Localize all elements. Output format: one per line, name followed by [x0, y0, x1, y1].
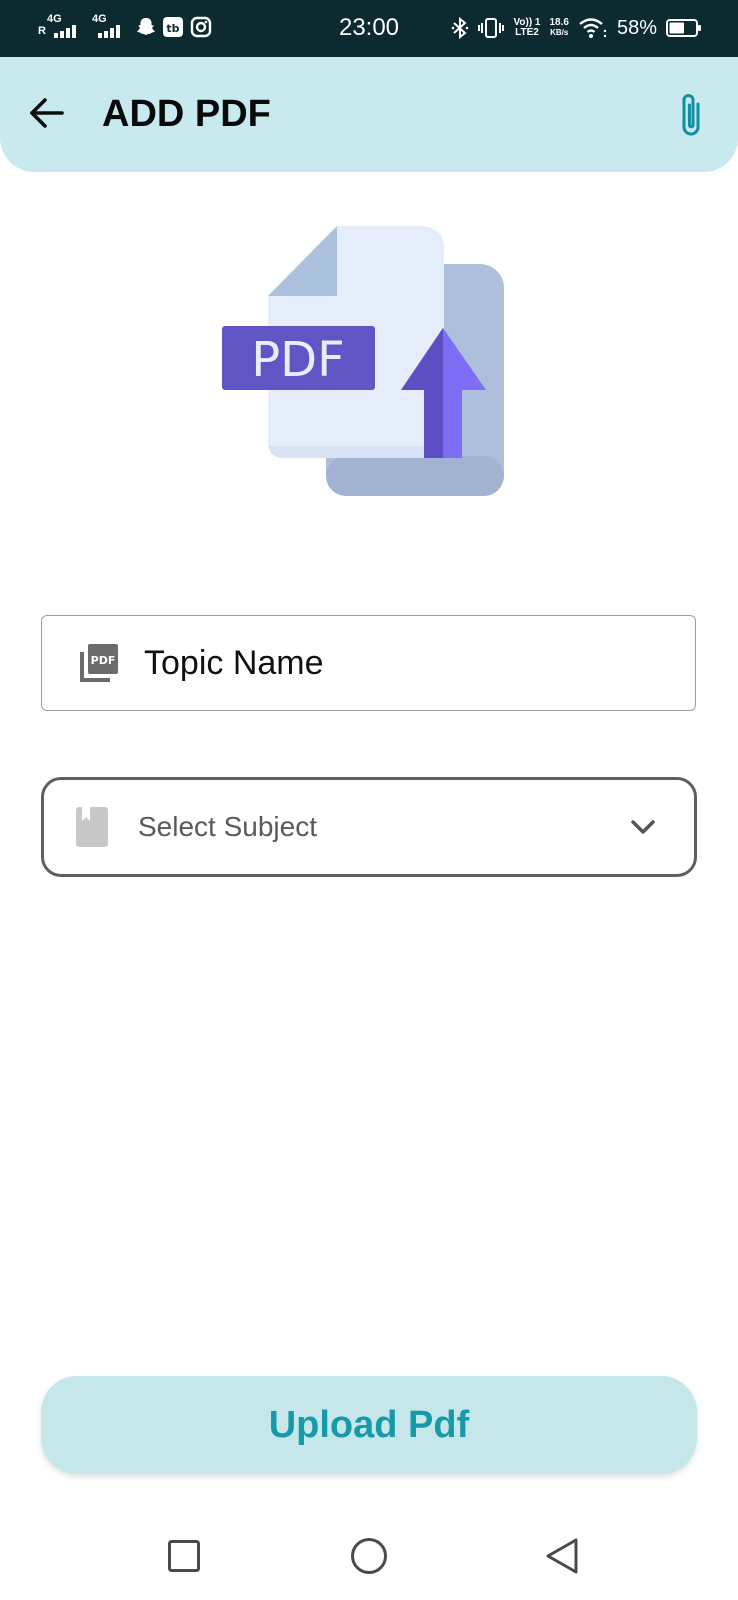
- volte-bottom: LTE2: [515, 27, 539, 38]
- pdf-badge-text: PDF: [251, 332, 345, 388]
- home-button[interactable]: [345, 1532, 393, 1580]
- status-bar: R 4G 4G tb 23:00 Vo)) 1 LTE2 18.6 KB/s 5…: [0, 0, 738, 57]
- network-speed: 18.6 KB/s: [550, 18, 569, 38]
- upload-pdf-button[interactable]: Upload Pdf: [41, 1376, 697, 1474]
- app-bar: ADD PDF: [0, 57, 738, 172]
- paperclip-icon: [682, 94, 700, 136]
- page-title: ADD PDF: [102, 93, 271, 135]
- topic-name-input[interactable]: [144, 643, 664, 683]
- bluetooth-icon: [452, 16, 469, 40]
- square-icon: [168, 1540, 200, 1572]
- pdf-file-icon: PDF: [80, 644, 118, 682]
- wifi-icon: [579, 18, 607, 38]
- topic-name-field[interactable]: PDF: [41, 615, 696, 711]
- volte-indicator: Vo)) 1 LTE2: [513, 18, 540, 38]
- status-right-icons: Vo)) 1 LTE2 18.6 KB/s 58%: [451, 14, 702, 42]
- pdf-upload-illustration: PDF: [222, 226, 504, 496]
- recent-apps-button[interactable]: [160, 1532, 208, 1580]
- battery-icon: [666, 19, 701, 37]
- system-nav-bar: [0, 1510, 738, 1600]
- subject-select[interactable]: Select Subject: [41, 777, 697, 877]
- battery-percent: 58%: [616, 16, 657, 39]
- back-button[interactable]: [22, 85, 70, 141]
- upload-pdf-label: Upload Pdf: [268, 1403, 470, 1446]
- vibrate-icon: [478, 18, 505, 38]
- speed-value: 18.6: [549, 17, 569, 28]
- svg-text:PDF: PDF: [91, 654, 116, 667]
- add-pdf-screen: R 4G 4G tb 23:00 Vo)) 1 LTE2 18.6 KB/s 5…: [0, 0, 738, 1600]
- arrow-left-icon: [30, 98, 64, 128]
- book-icon: [76, 807, 108, 847]
- chevron-down-icon: [631, 820, 655, 834]
- speed-unit: KB/s: [550, 28, 569, 37]
- circle-icon: [351, 1538, 387, 1574]
- attach-button[interactable]: [672, 87, 712, 143]
- nav-back-button[interactable]: [538, 1532, 586, 1580]
- triangle-back-icon: [546, 1538, 578, 1574]
- subject-select-label: Select Subject: [138, 811, 317, 842]
